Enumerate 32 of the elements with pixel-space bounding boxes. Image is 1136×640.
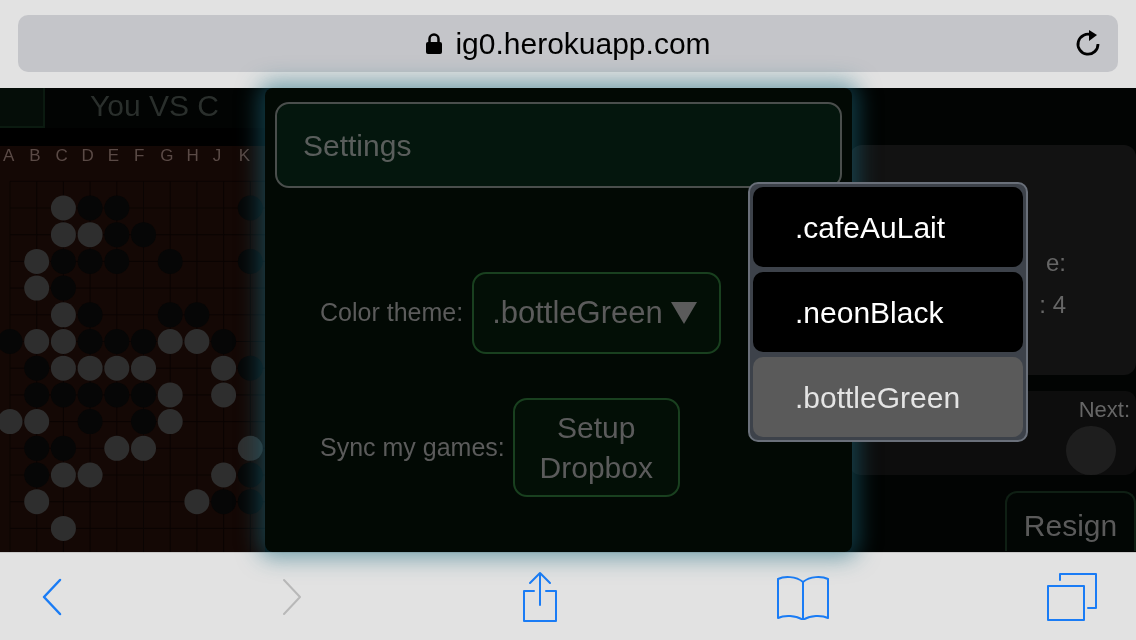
column-label: D <box>81 146 95 168</box>
setting-label: Color theme: <box>320 297 464 329</box>
column-label: F <box>134 146 146 168</box>
column-label: C <box>55 146 69 168</box>
book-icon[interactable] <box>776 573 830 620</box>
column-label: H <box>186 146 200 168</box>
setting-label: Sync my games: <box>320 431 505 463</box>
theme-select[interactable]: .bottleGreen <box>472 272 722 354</box>
settings-title: Settings <box>303 127 412 164</box>
stone-icon <box>1066 426 1116 475</box>
column-label: J <box>212 146 223 168</box>
resign-button[interactable]: Resign <box>1005 491 1136 551</box>
score-text: e: <box>1046 248 1066 278</box>
lock-icon <box>425 32 444 55</box>
next-label: Next: <box>1078 396 1130 424</box>
setup-dropbox-button[interactable]: Setup Dropbox <box>512 398 680 497</box>
theme-option[interactable]: .cafeAuLait <box>753 187 1023 267</box>
column-label: G <box>160 146 175 168</box>
address-bar[interactable]: ig0.herokuapp.com <box>18 15 1118 72</box>
column-label: E <box>107 146 121 168</box>
column-label: K <box>238 146 252 168</box>
score-text: : 4 <box>1039 290 1066 320</box>
dropdown-arrow-icon <box>670 302 697 324</box>
theme-option[interactable]: .neonBlack <box>753 272 1023 352</box>
theme-option[interactable]: .bottleGreen <box>753 357 1023 437</box>
column-label: A <box>3 146 16 168</box>
share-icon[interactable] <box>520 570 560 623</box>
tabs-icon[interactable] <box>1046 571 1098 622</box>
reload-icon[interactable] <box>1074 29 1102 58</box>
back-icon[interactable] <box>40 576 64 617</box>
url-text: ig0.herokuapp.com <box>455 26 711 62</box>
column-label: B <box>29 146 42 168</box>
